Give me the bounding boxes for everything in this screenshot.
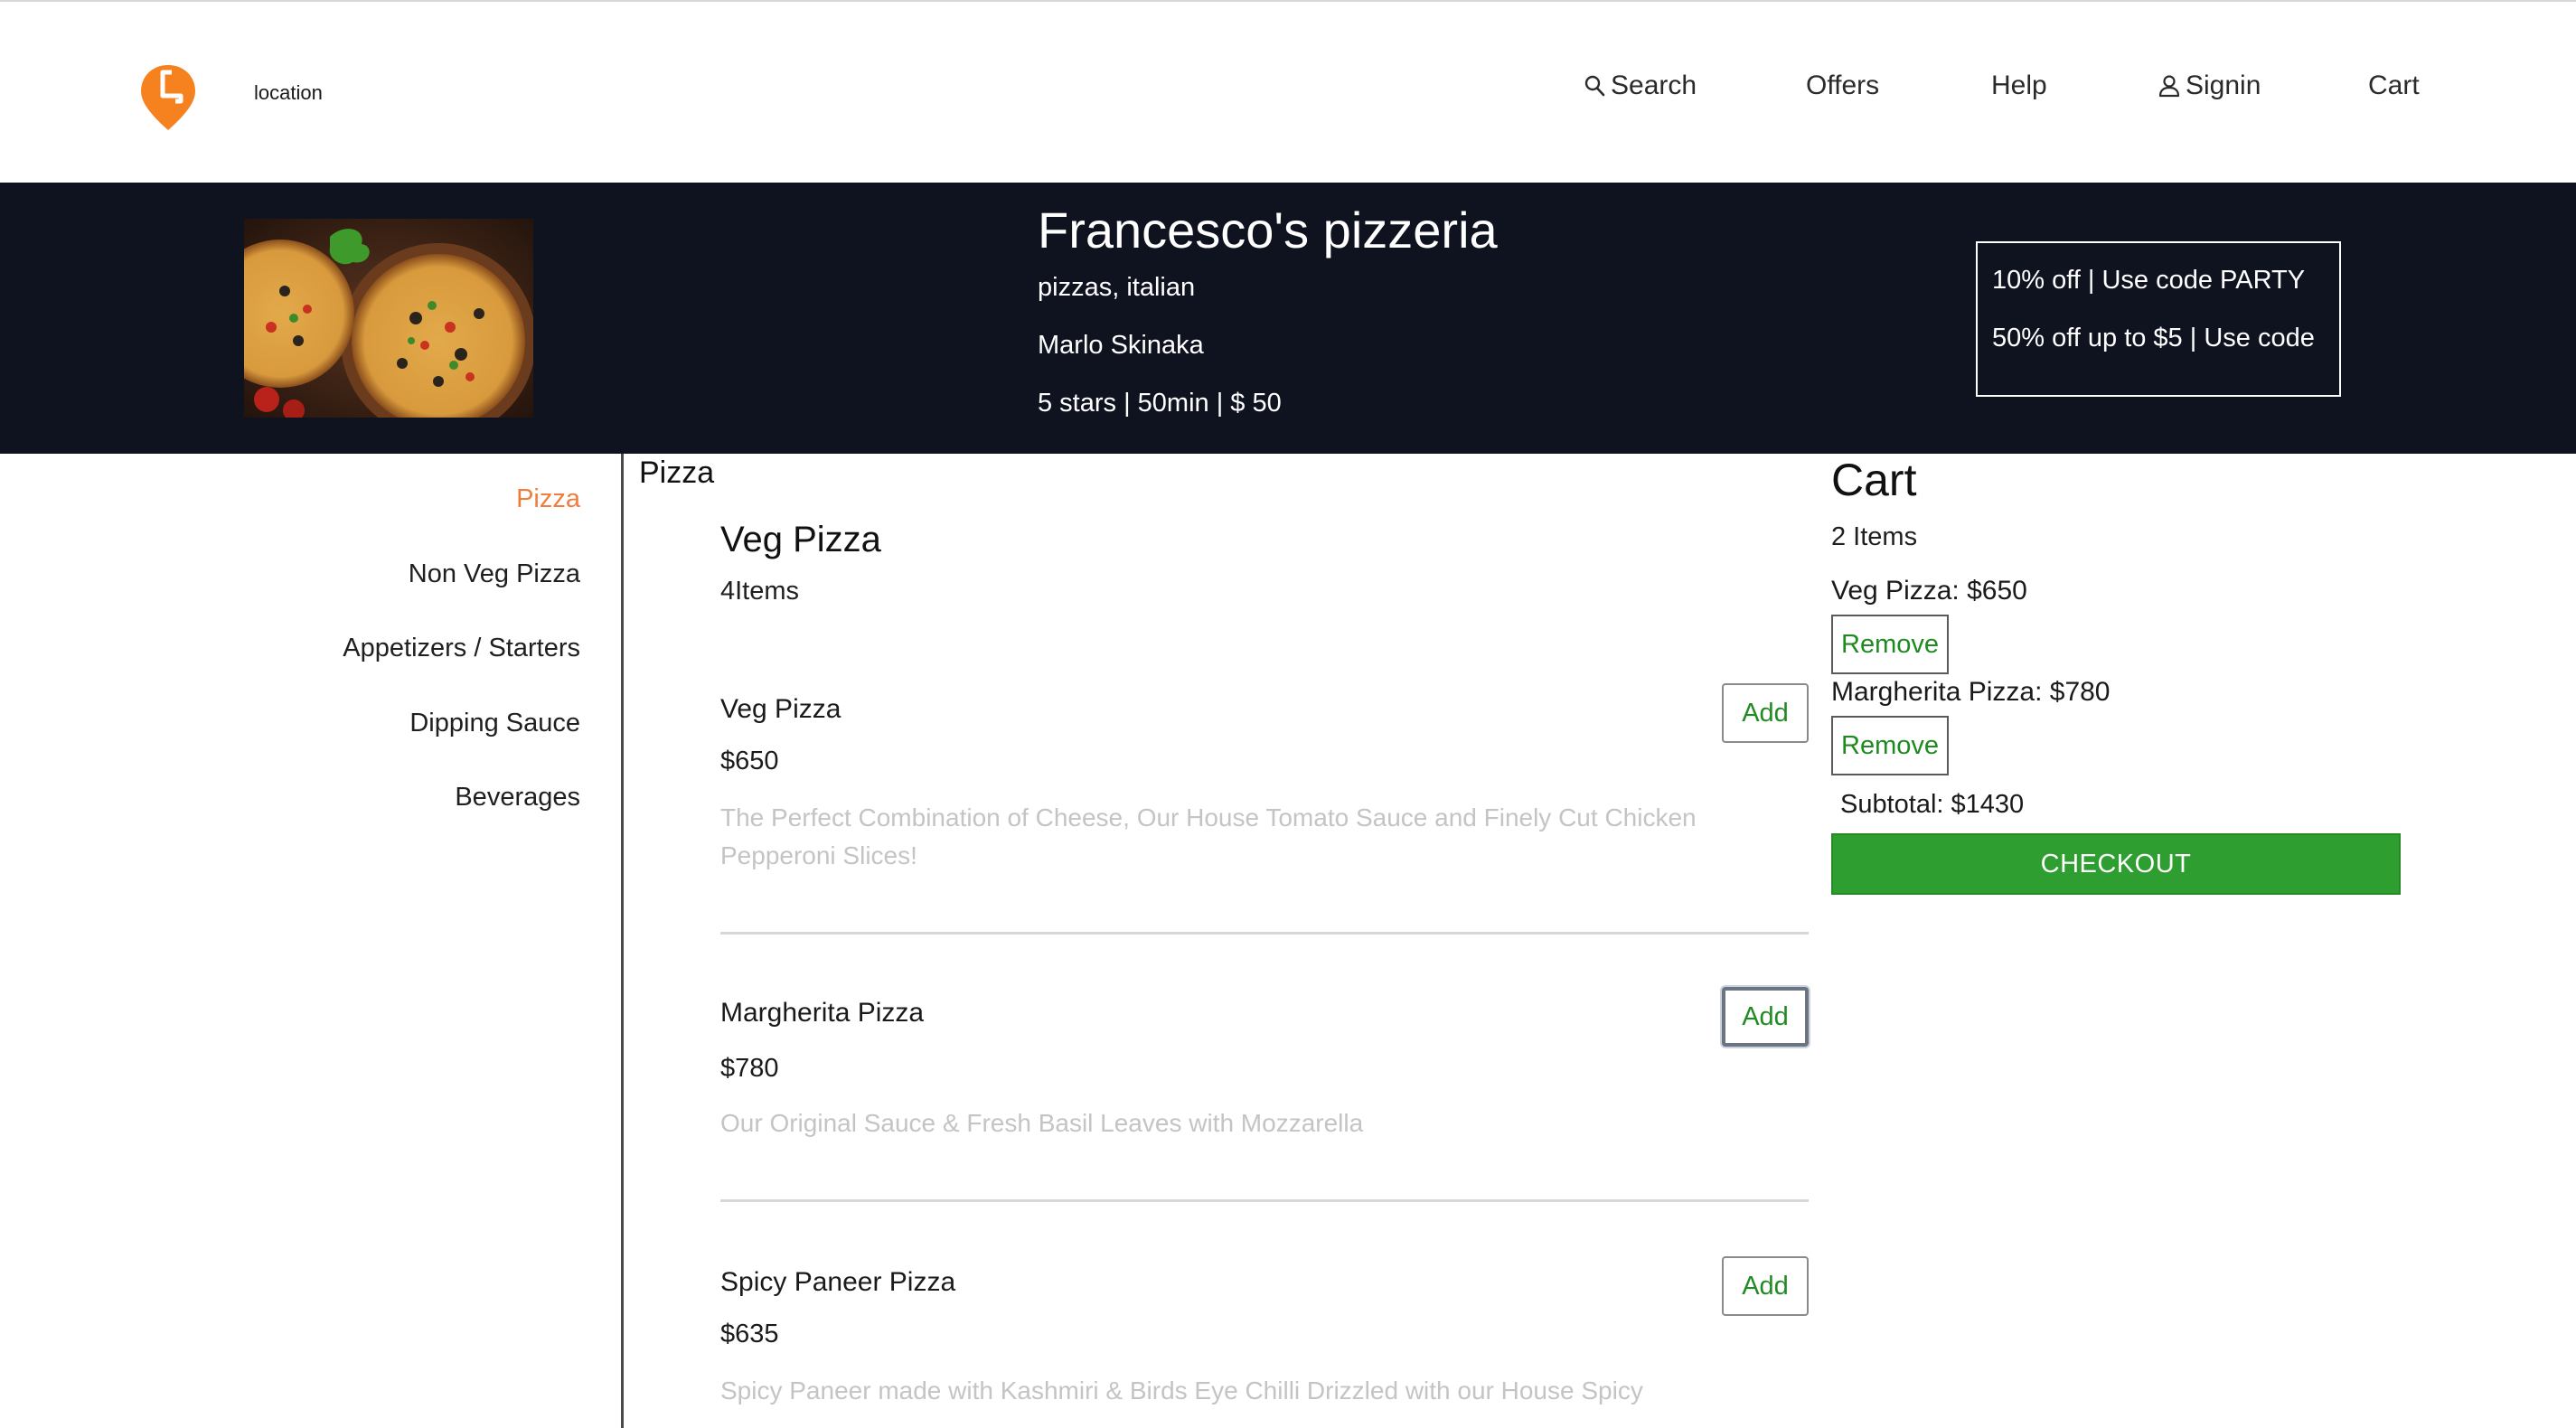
restaurant-area: Marlo Skinaka <box>1038 331 1204 360</box>
nav-help-label: Help <box>1991 70 2047 100</box>
menu-item-description: Our Original Sauce & Fresh Basil Leaves … <box>720 1109 1364 1137</box>
nav-signin-link[interactable]: Signin <box>2158 70 2261 101</box>
cart-title: Cart <box>1831 455 1917 505</box>
cart-item-count: 2 Items <box>1831 522 1918 551</box>
menu-item-price: $780 <box>720 1054 779 1083</box>
menu-item: Margherita Pizza Add $780 Our Original S… <box>720 987 1809 1150</box>
location-selector[interactable]: location <box>254 81 323 105</box>
add-to-cart-button[interactable]: Add <box>1722 683 1809 743</box>
item-divider <box>720 1199 1809 1202</box>
nav-offers-link[interactable]: Offers <box>1806 70 1879 101</box>
nav-search-link[interactable]: Search <box>1584 70 1697 101</box>
remove-item-button[interactable]: Remove <box>1831 615 1949 674</box>
restaurant-banner: Francesco's pizzeria pizzas, italian Mar… <box>0 183 2576 454</box>
sidebar-item-non-veg-pizza[interactable]: Non Veg Pizza <box>409 559 580 589</box>
sidebar-item-beverages[interactable]: Beverages <box>455 783 580 813</box>
menu-item-price: $635 <box>720 1320 779 1348</box>
nav-signin-label: Signin <box>2186 70 2261 100</box>
nav-help-link[interactable]: Help <box>1991 70 2047 101</box>
sidebar-item-pizza[interactable]: Pizza <box>516 484 580 514</box>
add-to-cart-button[interactable]: Add <box>1722 1256 1809 1316</box>
menu-item-price: $650 <box>720 747 779 775</box>
sidebar-item-dipping-sauce[interactable]: Dipping Sauce <box>409 709 580 738</box>
menu-item-description: Spicy Paneer made with Kashmiri & Birds … <box>720 1376 1643 1419</box>
menu-item: Veg Pizza Add $650 The Perfect Combinati… <box>720 683 1809 869</box>
offers-box: 10% off | Use code PARTY 50% off up to $… <box>1976 241 2341 397</box>
restaurant-name: Francesco's pizzeria <box>1038 202 1498 258</box>
category-sidebar: Pizza Non Veg Pizza Appetizers / Starter… <box>0 454 624 1428</box>
top-navbar: location Search Offers Help Signin Cart <box>0 0 2576 183</box>
user-icon <box>2158 74 2180 98</box>
nav-cart-link[interactable]: Cart <box>2368 70 2420 101</box>
nav-offers-label: Offers <box>1806 70 1880 100</box>
remove-item-button[interactable]: Remove <box>1831 716 1949 775</box>
cart-subtotal: Subtotal: $1430 <box>1840 790 2025 819</box>
menu-item-name: Veg Pizza <box>720 694 841 724</box>
offer-line: 50% off up to $5 | Use code <box>1992 324 2315 352</box>
restaurant-image <box>244 219 533 418</box>
menu-item-name: Spicy Paneer Pizza <box>720 1267 956 1297</box>
restaurant-cuisine: pizzas, italian <box>1038 273 1196 302</box>
menu-item-name: Margherita Pizza <box>720 998 925 1028</box>
cart-line-item: Margherita Pizza: $780 <box>1831 677 2111 707</box>
nav-cart-label: Cart <box>2368 70 2420 100</box>
category-item-count: 4Items <box>720 577 800 606</box>
checkout-button[interactable]: CHECKOUT <box>1831 833 2401 895</box>
menu-section-title: Pizza <box>639 456 715 490</box>
item-divider <box>720 932 1809 935</box>
add-to-cart-button[interactable]: Add <box>1722 987 1809 1047</box>
brand-logo-icon[interactable] <box>136 61 201 134</box>
offer-line: 10% off | Use code PARTY <box>1992 266 2306 295</box>
category-title: Veg Pizza <box>720 520 881 559</box>
menu-item: Spicy Paneer Pizza Add $635 Spicy Paneer… <box>720 1256 1809 1428</box>
menu-item-description: The Perfect Combination of Cheese, Our H… <box>720 803 1697 869</box>
restaurant-meta: 5 stars | 50min | $ 50 <box>1038 389 1282 418</box>
nav-search-label: Search <box>1611 70 1697 100</box>
search-icon <box>1584 74 1605 98</box>
cart-line-item: Veg Pizza: $650 <box>1831 576 2027 606</box>
sidebar-item-appetizers[interactable]: Appetizers / Starters <box>343 634 580 663</box>
